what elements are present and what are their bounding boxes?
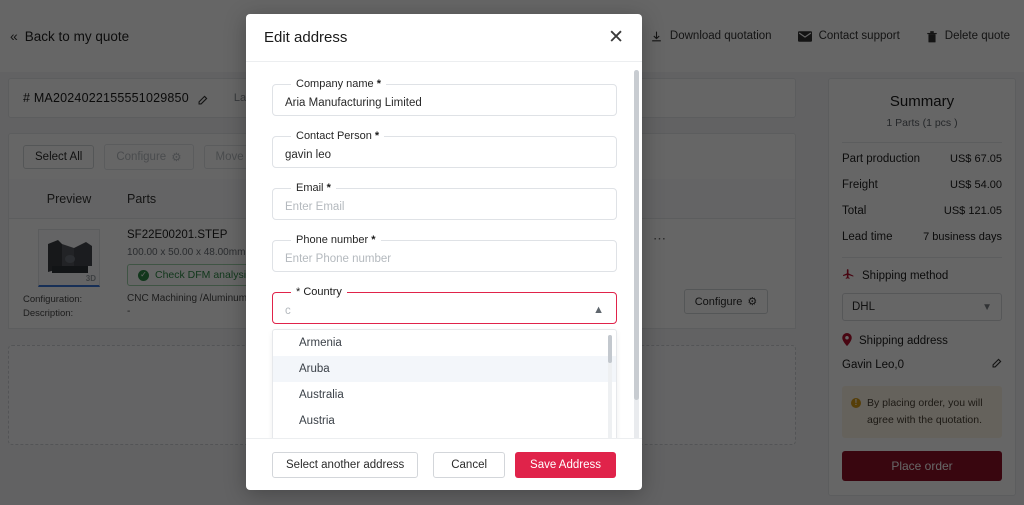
country-dropdown-list[interactable]: Armenia Aruba Australia Austria Azerbaij…	[272, 329, 617, 438]
phone-number-label: Phone number *	[291, 234, 381, 246]
contact-person-label: Contact Person *	[291, 130, 384, 142]
phone-number-input[interactable]: Enter Phone number	[285, 253, 391, 265]
list-item[interactable]: Aruba	[273, 356, 616, 382]
country-label: * Country	[291, 286, 347, 298]
field-country: * Country c ▲	[272, 286, 617, 324]
modal-scrollbar[interactable]	[634, 70, 639, 438]
list-item[interactable]: Austria	[273, 408, 616, 434]
field-phone-number: Phone number * Enter Phone number	[272, 234, 617, 272]
save-address-button[interactable]: Save Address	[515, 452, 616, 478]
field-email: Email * Enter Email	[272, 182, 617, 220]
modal-footer: Select another address Cancel Save Addre…	[246, 438, 642, 490]
modal-body: Company name * Aria Manufacturing Limite…	[246, 62, 642, 438]
country-input[interactable]: c	[285, 305, 291, 317]
company-name-value[interactable]: Aria Manufacturing Limited	[285, 97, 422, 109]
company-name-label: Company name *	[291, 78, 386, 90]
select-another-address-button[interactable]: Select another address	[272, 452, 418, 478]
email-label: Email *	[291, 182, 336, 194]
modal-header: Edit address ✕	[246, 14, 642, 62]
list-item[interactable]: Armenia	[273, 330, 616, 356]
close-icon[interactable]: ✕	[608, 28, 624, 47]
field-company-name: Company name * Aria Manufacturing Limite…	[272, 78, 617, 116]
chevron-up-icon[interactable]: ▲	[593, 305, 604, 316]
list-item[interactable]: Australia	[273, 382, 616, 408]
cancel-button[interactable]: Cancel	[433, 452, 505, 478]
email-input[interactable]: Enter Email	[285, 201, 344, 213]
dropdown-scrollbar[interactable]	[608, 335, 612, 438]
edit-address-modal: Edit address ✕ Company name * Aria Manuf…	[246, 14, 642, 490]
list-item[interactable]: Azerbaijan	[273, 434, 616, 438]
contact-person-value[interactable]: gavin leo	[285, 149, 331, 161]
field-contact-person: Contact Person * gavin leo	[272, 130, 617, 168]
modal-title: Edit address	[264, 29, 347, 46]
